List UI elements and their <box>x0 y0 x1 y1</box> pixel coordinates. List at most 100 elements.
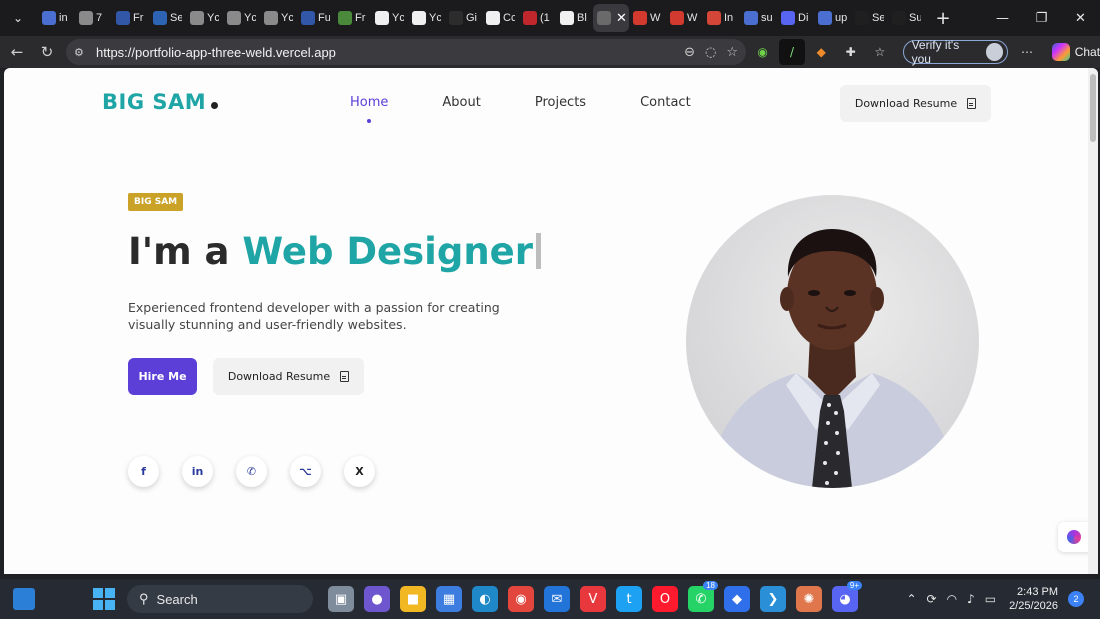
sync-icon[interactable]: ⟳ <box>927 592 937 606</box>
taskbar-clock[interactable]: 2:43 PM 2/25/2026 <box>1009 585 1058 613</box>
start-windows-icon[interactable] <box>93 588 115 610</box>
linkedin-icon <box>153 11 167 25</box>
address-bar[interactable]: ⚙ https://portfolio-app-three-weld.verce… <box>66 39 746 65</box>
copilot-chat-button[interactable]: Chat <box>1051 43 1100 61</box>
browser-tab[interactable]: Yc <box>186 4 223 32</box>
floating-assistant-button[interactable] <box>1058 522 1090 552</box>
extension-metamask-icon[interactable]: ◆ <box>809 39 834 65</box>
extensions-area: ◉ / ◆ ✚ ☆ Verify it's you ⋯ Chat <box>750 38 1100 66</box>
system-tray: ⌃ ⟳ ◠ ♪ ▭ 2:43 PM 2/25/2026 2 <box>901 579 1100 619</box>
hero-download-resume-button[interactable]: Download Resume <box>213 358 364 395</box>
nav-link-home[interactable]: Home <box>350 95 388 123</box>
tab-title: 7 <box>96 12 103 24</box>
browser-tab[interactable]: Se <box>149 4 186 32</box>
browser-tab[interactable]: in <box>38 4 75 32</box>
close-tab-icon[interactable]: ✕ <box>616 11 627 26</box>
volume-icon[interactable]: ♪ <box>967 592 975 606</box>
discord-icon[interactable]: ◕ 9+ <box>832 581 862 612</box>
folder-icon[interactable]: ■ <box>400 586 426 612</box>
whatsapp-icon[interactable]: ✆ <box>236 456 267 487</box>
browser-tab[interactable]: Fr <box>112 4 149 32</box>
url-text[interactable]: https://portfolio-app-three-weld.vercel.… <box>96 45 336 60</box>
browser-tab[interactable]: Yc <box>408 4 445 32</box>
store-icon[interactable]: ▦ <box>436 586 462 612</box>
twitter-icon[interactable]: t <box>616 586 642 612</box>
wifi-icon[interactable]: ◠ <box>947 592 957 606</box>
github-icon[interactable]: ⌥ <box>290 456 321 487</box>
app-badge-count: 18 <box>703 581 718 590</box>
facebook-icon[interactable]: f <box>128 456 159 487</box>
favorite-star-icon[interactable]: ☆ <box>726 45 738 60</box>
tab-search-chevron-icon[interactable]: ⌄ <box>4 4 32 32</box>
opera-icon[interactable]: O <box>652 586 678 612</box>
browser-tab[interactable]: Fr <box>334 4 371 32</box>
browser-tab[interactable]: su <box>740 4 777 32</box>
favorites-icon[interactable]: ☆ <box>867 39 892 65</box>
search-icon <box>744 11 758 25</box>
hire-me-button[interactable]: Hire Me <box>128 358 197 395</box>
browser-tab[interactable]: Gi <box>445 4 482 32</box>
whatsapp-icon[interactable]: ✆ 18 <box>688 581 718 612</box>
widgets-icon[interactable] <box>13 588 35 610</box>
browser-tab[interactable]: Fu <box>297 4 334 32</box>
site-logo[interactable]: BIG SAM <box>102 90 219 114</box>
browser-tab[interactable]: Di <box>777 4 814 32</box>
edge-icon[interactable]: ◐ <box>472 586 498 612</box>
framer-icon[interactable]: ◆ <box>724 586 750 612</box>
restore-icon[interactable]: ❐ <box>1022 0 1061 36</box>
browser-tab[interactable]: W <box>629 4 666 32</box>
extension-code-icon[interactable]: / <box>779 39 805 65</box>
refresh-icon[interactable]: ↻ <box>32 38 62 66</box>
battery-icon[interactable]: ▭ <box>985 592 996 606</box>
scrollbar-thumb[interactable] <box>1090 74 1096 142</box>
portrait-illustration <box>706 229 958 488</box>
app-badge-count: 9+ <box>846 581 862 590</box>
browser-tab[interactable]: Yc <box>223 4 260 32</box>
claude-icon[interactable]: ✺ <box>796 586 822 612</box>
close-window-icon[interactable]: ✕ <box>1061 0 1100 36</box>
back-arrow-icon[interactable]: ← <box>2 38 32 66</box>
outlook-icon[interactable]: ✉ <box>544 586 570 612</box>
verify-label: Verify it's you <box>911 38 960 66</box>
browser-tab[interactable]: Cc <box>482 4 519 32</box>
browser-tab[interactable]: Se <box>851 4 888 32</box>
video-call-icon[interactable]: ● <box>364 586 390 612</box>
chrome-icon[interactable]: ◉ <box>508 586 534 612</box>
taskbar-search-box[interactable]: ⚲ Search <box>127 585 313 613</box>
brain-icon <box>1067 530 1081 544</box>
minimize-icon[interactable]: — <box>983 0 1022 36</box>
zoom-icon[interactable]: ⊖ <box>684 45 695 60</box>
nav-link-contact[interactable]: Contact <box>640 95 691 110</box>
browser-tab[interactable]: In <box>703 4 740 32</box>
browser-tab[interactable]: Yc <box>371 4 408 32</box>
window-controls: — ❐ ✕ <box>983 0 1100 36</box>
browser-tab[interactable]: Yc <box>260 4 297 32</box>
chevron-up-icon[interactable]: ⌃ <box>906 592 916 606</box>
vscode-icon[interactable]: ❯ <box>760 586 786 612</box>
page-scrollbar[interactable] <box>1088 68 1098 574</box>
new-tab-plus-icon[interactable]: + <box>931 8 955 29</box>
nav-link-projects[interactable]: Projects <box>535 95 586 110</box>
browser-tab[interactable]: 7 <box>75 4 112 32</box>
logo-dot <box>211 102 219 109</box>
browser-tab[interactable]: Su <box>888 4 925 32</box>
read-aloud-icon[interactable]: ◌ <box>705 45 716 60</box>
verify-profile-button[interactable]: Verify it's you <box>902 38 1009 66</box>
notification-badge[interactable]: 2 <box>1068 591 1084 607</box>
browser-tab[interactable]: (1 <box>519 4 556 32</box>
more-menu-icon[interactable]: ⋯ <box>1014 39 1039 65</box>
vivaldi-icon[interactable]: V <box>580 586 606 612</box>
browser-tab[interactable]: up <box>814 4 851 32</box>
browser-tab[interactable]: Pc✕ <box>593 4 629 32</box>
header-download-resume-button[interactable]: Download Resume <box>840 85 991 122</box>
x-twitter-icon[interactable]: X <box>344 456 375 487</box>
file-explorer-icon[interactable]: ▣ <box>328 586 354 612</box>
linkedin-icon[interactable]: in <box>182 456 213 487</box>
tab-title: Gi <box>466 12 477 24</box>
browser-tab[interactable]: W <box>666 4 703 32</box>
site-info-icon[interactable]: ⚙ <box>74 46 96 59</box>
extensions-puzzle-icon[interactable]: ✚ <box>838 39 863 65</box>
nav-link-about[interactable]: About <box>442 95 480 110</box>
extension-green-icon[interactable]: ◉ <box>750 39 775 65</box>
browser-tab[interactable]: Bl <box>556 4 593 32</box>
